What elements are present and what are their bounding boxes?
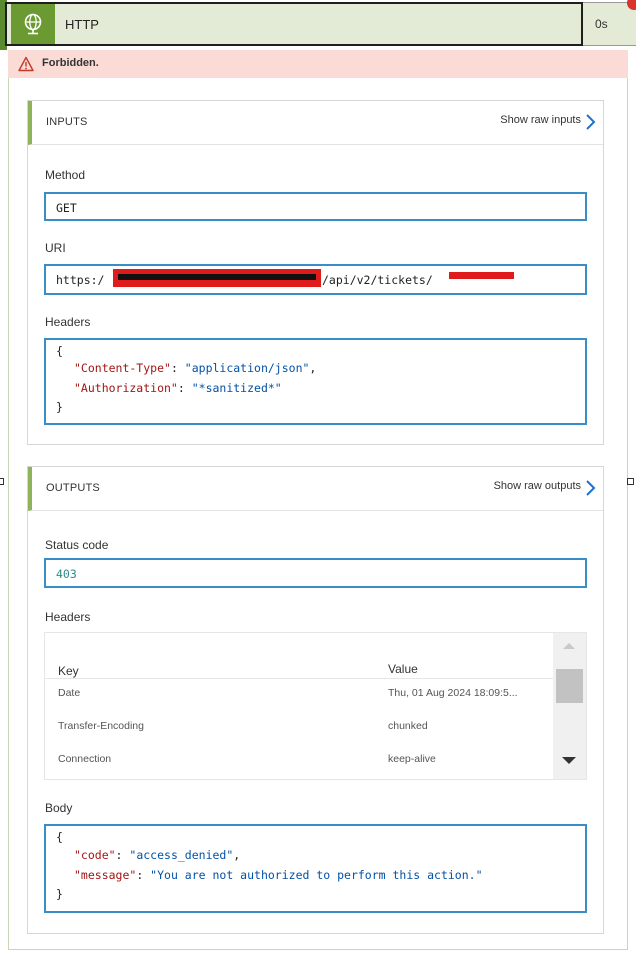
redaction-host-line — [118, 274, 316, 280]
json-sep: : — [177, 381, 192, 395]
globe-icon — [11, 4, 55, 44]
error-banner: Forbidden. — [8, 50, 628, 78]
json-line-message: "message": "You are not authorized to pe… — [74, 868, 483, 882]
headers-scrollbar[interactable] — [553, 633, 586, 779]
json-key: "Authorization" — [74, 381, 178, 395]
uri-label: URI — [45, 241, 66, 255]
header-key-connection: Connection — [58, 753, 112, 765]
status-code-field[interactable]: 403 — [44, 558, 587, 588]
json-line-content-type: "Content-Type": "application/json", — [74, 361, 316, 375]
json-line-code: "code": "access_denied", — [74, 848, 240, 862]
uri-field[interactable]: https:/ /api/v2/tickets/ — [44, 264, 587, 295]
method-value: GET — [56, 201, 77, 215]
outputs-headers-label: Headers — [45, 610, 91, 624]
json-close-brace: } — [56, 400, 63, 414]
error-message: Forbidden. — [42, 57, 99, 69]
action-header[interactable]: HTTP 0s — [0, 0, 636, 50]
inputs-section-title: INPUTS — [46, 116, 88, 128]
json-open-brace: { — [56, 344, 63, 358]
outputs-section-title: OUTPUTS — [46, 482, 100, 494]
show-raw-outputs-link[interactable]: Show raw outputs — [494, 480, 581, 492]
json-key: "Content-Type" — [74, 361, 171, 375]
header-value-connection: keep-alive — [388, 753, 436, 765]
scroll-down-arrow-icon[interactable] — [562, 757, 576, 764]
inputs-section: INPUTS Show raw inputs Method GET URI ht… — [27, 100, 604, 445]
scroll-thumb[interactable] — [556, 669, 583, 703]
json-value: "application/json" — [184, 361, 310, 375]
scroll-up-arrow-icon[interactable] — [563, 643, 575, 649]
header-value-transfer-encoding: chunked — [388, 720, 428, 732]
duration-box: 0s — [583, 0, 636, 46]
show-raw-inputs-link[interactable]: Show raw inputs — [500, 114, 581, 126]
outputs-section-header: OUTPUTS Show raw outputs — [28, 467, 603, 511]
inputs-section-header: INPUTS Show raw inputs — [28, 101, 603, 145]
json-key: "message" — [74, 868, 137, 882]
json-value: "*sanitized*" — [191, 381, 282, 395]
outputs-section: OUTPUTS Show raw outputs Status code 403… — [27, 466, 604, 934]
inputs-headers-field[interactable]: { "Content-Type": "application/json", "A… — [44, 338, 587, 425]
uri-path: /api/v2/tickets/ — [322, 273, 433, 287]
json-sep: : — [136, 868, 151, 882]
json-open-brace: { — [56, 830, 63, 844]
key-column-header: Key — [58, 664, 79, 678]
json-close-brace: } — [56, 887, 63, 901]
response-headers-table: Key Value Date Thu, 01 Aug 2024 18:09:5.… — [44, 632, 587, 780]
action-card[interactable]: HTTP — [5, 2, 583, 46]
method-label: Method — [45, 168, 86, 182]
header-row-divider — [45, 678, 555, 679]
action-title: HTTP — [65, 17, 99, 32]
warning-icon — [18, 56, 34, 72]
chevron-right-icon[interactable] — [585, 113, 597, 131]
json-comma: , — [309, 361, 317, 375]
json-sep: : — [170, 361, 185, 375]
json-value: "You are not authorized to perform this … — [150, 868, 483, 882]
header-key-transfer-encoding: Transfer-Encoding — [58, 720, 144, 732]
status-code-label: Status code — [45, 538, 109, 552]
method-field[interactable]: GET — [44, 192, 587, 221]
resize-handle-left[interactable] — [0, 478, 4, 485]
resize-handle-right[interactable] — [627, 478, 634, 485]
json-line-authorization: "Authorization": "*sanitized*" — [74, 381, 282, 395]
json-comma: , — [233, 848, 241, 862]
status-code-value: 403 — [56, 567, 77, 581]
body-field[interactable]: { "code": "access_denied", "message": "Y… — [44, 824, 587, 913]
json-sep: : — [115, 848, 130, 862]
chevron-right-icon[interactable] — [585, 479, 597, 497]
value-column-header: Value — [388, 662, 418, 676]
body-label: Body — [45, 801, 73, 815]
alert-badge — [627, 0, 636, 10]
json-key: "code" — [74, 848, 116, 862]
header-value-date: Thu, 01 Aug 2024 18:09:5... — [388, 687, 518, 699]
uri-prefix: https:/ — [56, 273, 105, 287]
header-key-date: Date — [58, 687, 81, 699]
duration-label: 0s — [595, 17, 608, 31]
inputs-headers-label: Headers — [45, 315, 91, 329]
json-value: "access_denied" — [129, 848, 234, 862]
redaction-ticket-id — [449, 272, 514, 279]
